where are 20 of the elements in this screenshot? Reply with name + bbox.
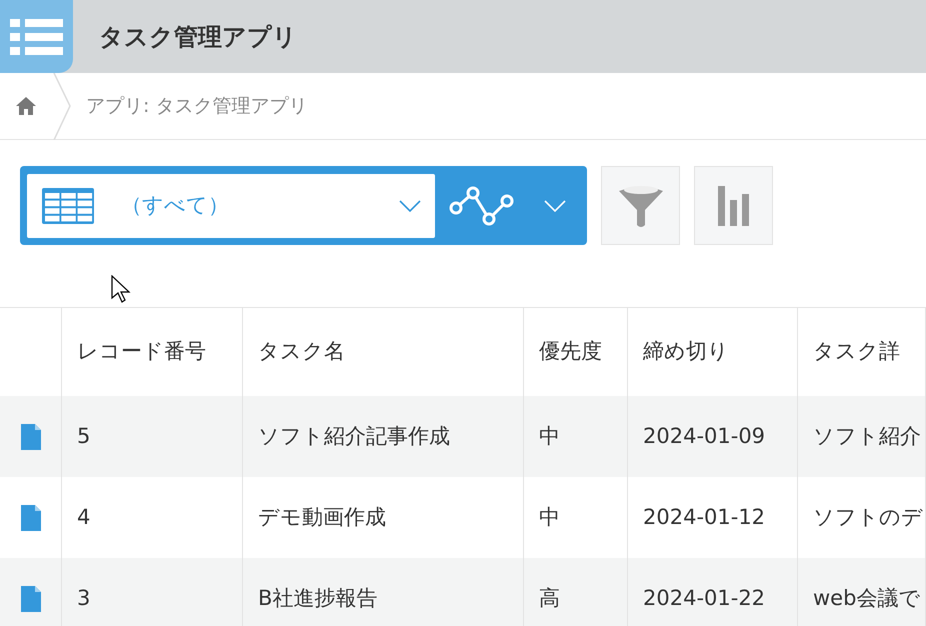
chevron-down-icon bbox=[544, 200, 566, 212]
app-title: タスク管理アプリ bbox=[99, 22, 297, 52]
table-cell: 高 bbox=[524, 558, 628, 626]
table-cell: B社進捗報告 bbox=[243, 558, 524, 626]
mouse-cursor-icon bbox=[111, 275, 131, 303]
line-graph-icon bbox=[449, 186, 516, 226]
document-icon[interactable] bbox=[20, 424, 40, 450]
table-view-icon bbox=[41, 186, 95, 224]
breadcrumb-link[interactable]: アプリ: タスク管理アプリ bbox=[86, 92, 308, 120]
document-icon[interactable] bbox=[20, 586, 40, 612]
bar-chart-icon bbox=[718, 186, 750, 226]
table-cell: 3 bbox=[62, 558, 243, 626]
graph-button[interactable] bbox=[694, 166, 773, 245]
app-logo-icon[interactable] bbox=[0, 0, 73, 73]
home-icon[interactable] bbox=[15, 95, 37, 117]
table-cell: 2024-01-22 bbox=[628, 558, 798, 626]
filter-button[interactable] bbox=[601, 166, 680, 245]
table-cell: web会議で bbox=[798, 558, 926, 626]
chevron-down-icon bbox=[399, 200, 421, 212]
document-icon[interactable] bbox=[20, 504, 40, 530]
